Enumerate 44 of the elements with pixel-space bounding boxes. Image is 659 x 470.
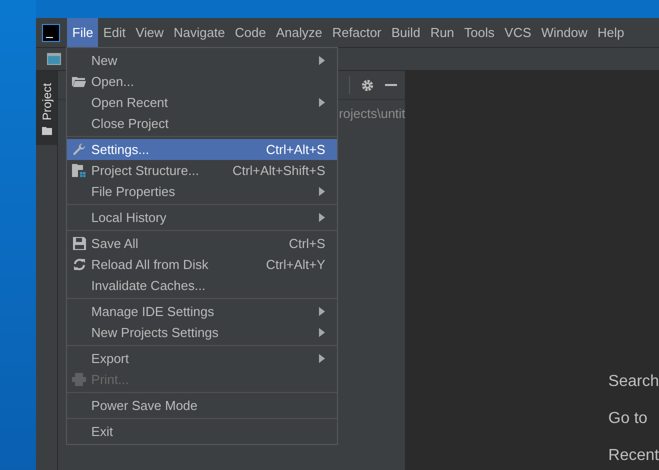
- menu-entry[interactable]: Reload All from Disk Ctrl+Alt+Y: [67, 254, 338, 275]
- menu-item[interactable]: View: [130, 18, 169, 47]
- menu-item[interactable]: File: [67, 18, 98, 47]
- editor-hint: Go to: [608, 410, 648, 428]
- menu-item[interactable]: Code: [230, 18, 271, 47]
- menu-entry[interactable]: New: [67, 50, 338, 71]
- menu-entry[interactable]: Save All Ctrl+S: [67, 233, 338, 254]
- menu-entry[interactable]: Manage IDE Settings: [67, 301, 338, 322]
- folder-grid-icon: [72, 164, 86, 177]
- menu-entry[interactable]: Close Project: [67, 113, 338, 134]
- menu-entry[interactable]: Export: [67, 348, 338, 369]
- menu-entry[interactable]: Power Save Mode: [67, 395, 338, 416]
- menu-entry[interactable]: Settings... Ctrl+Alt+S: [67, 139, 338, 160]
- menu-entry[interactable]: Local History: [67, 207, 338, 228]
- menu-item[interactable]: Help: [592, 18, 630, 47]
- printer-icon: [72, 373, 86, 386]
- window-icon[interactable]: [47, 53, 62, 65]
- app-logo-icon: [42, 24, 60, 42]
- menu-entry[interactable]: Project Structure... Ctrl+Alt+Shift+S: [67, 160, 338, 181]
- menu-entry[interactable]: Open...: [67, 71, 338, 92]
- menu-item[interactable]: Run: [425, 18, 460, 47]
- menu-item[interactable]: Refactor: [327, 18, 386, 47]
- menu-entry[interactable]: File Properties: [67, 181, 338, 202]
- menu-entry[interactable]: New Projects Settings: [67, 322, 338, 343]
- menu-item[interactable]: Window: [536, 18, 593, 47]
- menu-item[interactable]: VCS: [500, 18, 536, 47]
- folder-icon: [42, 126, 52, 136]
- menu-item[interactable]: Edit: [98, 18, 131, 47]
- menu-item[interactable]: Navigate: [168, 18, 230, 47]
- menu-entry[interactable]: Exit: [67, 421, 338, 442]
- menu-item[interactable]: Tools: [459, 18, 500, 47]
- wrench-icon: [72, 142, 86, 156]
- refresh-icon: [72, 258, 86, 271]
- folder-icon: [72, 76, 86, 87]
- minimize-icon[interactable]: [385, 84, 398, 86]
- menu-entry[interactable]: Open Recent: [67, 92, 338, 113]
- project-tab[interactable]: Project: [36, 71, 58, 146]
- editor-hint: Search: [608, 373, 659, 391]
- editor-hint: Recent: [608, 447, 659, 465]
- menu-item[interactable]: Build: [386, 18, 426, 47]
- settings-icon[interactable]: [361, 78, 374, 92]
- menu-item[interactable]: Analyze: [271, 18, 328, 47]
- project-path: rojects\untit: [338, 106, 406, 121]
- menu-entry[interactable]: Invalidate Caches...: [67, 275, 338, 296]
